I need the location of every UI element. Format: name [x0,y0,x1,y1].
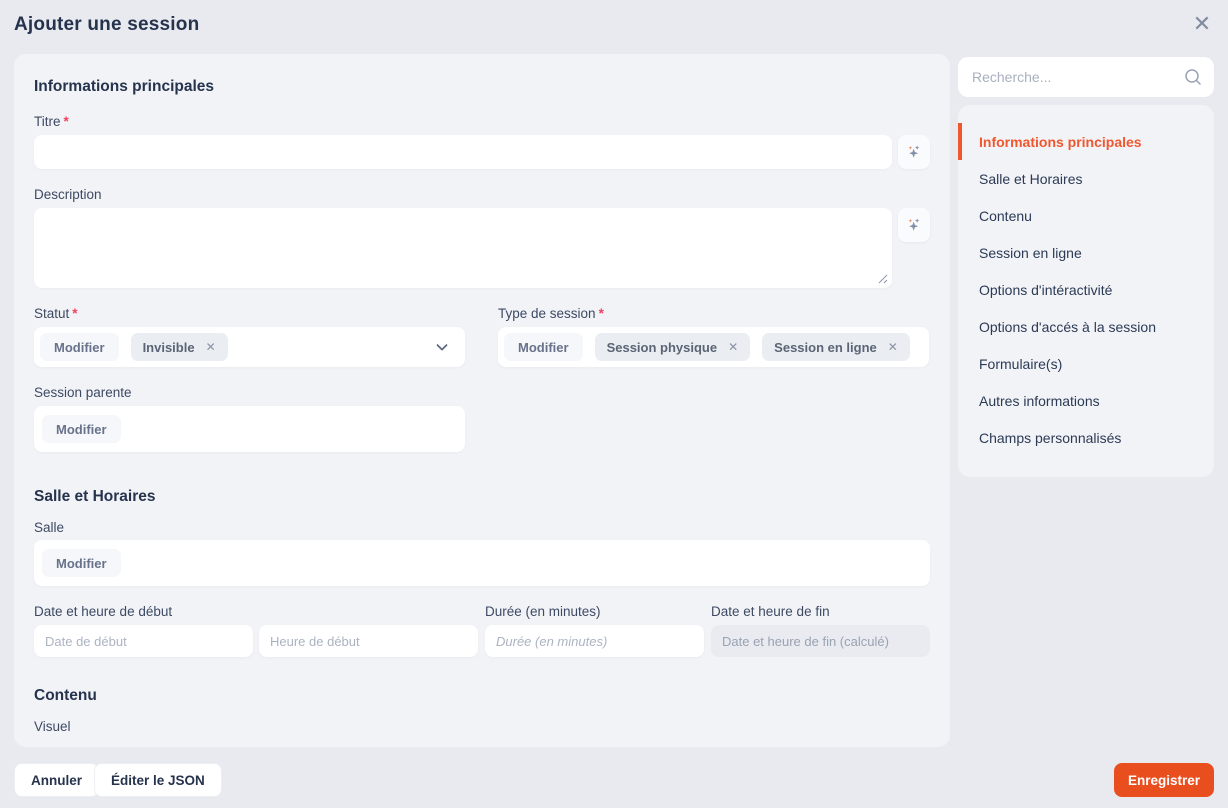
heure-debut-input[interactable] [259,625,478,657]
required-marker: * [599,306,604,321]
statut-select[interactable]: Modifier Invisible ✕ [34,327,465,367]
description-textarea-wrap [34,208,892,288]
type-session-select[interactable]: Modifier Session physique ✕ Session en l… [498,327,929,367]
salle-label: Salle [34,520,930,535]
description-textarea[interactable] [34,208,892,288]
titre-input[interactable] [34,135,892,169]
date-debut-input[interactable] [34,625,253,657]
session-parente-select[interactable]: Modifier [34,406,465,452]
chip-label: Session physique [607,340,718,355]
visuel-label: Visuel [34,719,930,734]
date-fin-label: Date et heure de fin [711,604,930,619]
type-session-column: Type de session* Modifier Session physiq… [498,288,929,367]
date-fin-input [711,625,930,657]
statut-column: Statut* Modifier Invisible ✕ [34,288,465,367]
sparkles-icon [905,143,923,161]
chip-label: Session en ligne [774,340,877,355]
session-parente-modify-button[interactable]: Modifier [42,415,121,443]
close-icon: ✕ [1193,13,1211,35]
search-input[interactable] [958,57,1214,97]
date-debut-label: Date et heure de début [34,604,478,619]
nav-item-options-interactivite[interactable]: Options d'intéractivité [958,271,1214,308]
nav-item-contenu[interactable]: Contenu [958,197,1214,234]
sidebar-search [958,57,1214,97]
date-debut-inputs [34,625,478,657]
nav-item-champs-personnalises[interactable]: Champs personnalisés [958,419,1214,456]
section-heading-informations: Informations principales [34,78,930,96]
section-heading-contenu: Contenu [34,687,930,705]
description-row [34,208,930,288]
statut-chip-invisible: Invisible ✕ [131,333,228,361]
resize-handle-icon[interactable] [877,273,888,284]
cancel-button[interactable]: Annuler [14,763,99,797]
type-session-modify-button[interactable]: Modifier [504,333,583,361]
session-parente-column: Session parente Modifier [34,385,465,452]
titre-row [34,135,930,169]
close-button[interactable]: ✕ [1188,10,1216,38]
ai-generate-titre-button[interactable] [898,135,930,169]
chip-remove-icon[interactable]: ✕ [728,341,738,353]
description-label: Description [34,187,930,202]
date-row: Date et heure de début Durée (en minutes… [34,586,930,657]
nav-item-informations-principales[interactable]: Informations principales [958,123,1214,160]
statut-label: Statut* [34,306,465,321]
salle-select[interactable]: Modifier [34,540,930,586]
edit-json-button[interactable]: Éditer le JSON [94,763,222,797]
chip-remove-icon[interactable]: ✕ [206,341,216,353]
session-form-panel: Informations principales Titre* Descript… [14,54,950,747]
nav-item-autres-informations[interactable]: Autres informations [958,382,1214,419]
chip-label: Invisible [143,340,195,355]
nav-item-session-en-ligne[interactable]: Session en ligne [958,234,1214,271]
save-button[interactable]: Enregistrer [1114,763,1214,797]
type-chip-session-physique: Session physique ✕ [595,333,751,361]
duree-column: Durée (en minutes) [485,586,704,657]
salle-modify-button[interactable]: Modifier [42,549,121,577]
date-fin-column: Date et heure de fin [711,586,930,657]
page-title: Ajouter une session [14,14,199,36]
ai-generate-description-button[interactable] [898,208,930,242]
required-marker: * [72,306,77,321]
required-marker: * [64,114,69,129]
type-session-label: Type de session* [498,306,929,321]
date-debut-column: Date et heure de début [34,586,478,657]
session-parente-label: Session parente [34,385,465,400]
statut-label-text: Statut [34,306,69,321]
search-icon [1183,67,1203,87]
titre-label-text: Titre [34,114,61,129]
titre-label: Titre* [34,114,930,129]
section-heading-salle: Salle et Horaires [34,488,930,506]
nav-item-formulaires[interactable]: Formulaire(s) [958,345,1214,382]
nav-item-salle-et-horaires[interactable]: Salle et Horaires [958,160,1214,197]
statut-modify-button[interactable]: Modifier [40,333,119,361]
chip-remove-icon[interactable]: ✕ [888,341,898,353]
duree-input[interactable] [485,625,704,657]
duree-label: Durée (en minutes) [485,604,704,619]
nav-item-options-acces-session[interactable]: Options d'accés à la session [958,308,1214,345]
type-session-label-text: Type de session [498,306,596,321]
section-nav: Informations principales Salle et Horair… [958,105,1214,477]
type-chip-session-en-ligne: Session en ligne ✕ [762,333,910,361]
chevron-down-icon[interactable] [433,338,451,356]
sparkles-icon [905,216,923,234]
statut-type-row: Statut* Modifier Invisible ✕ Type de ses… [34,288,930,367]
